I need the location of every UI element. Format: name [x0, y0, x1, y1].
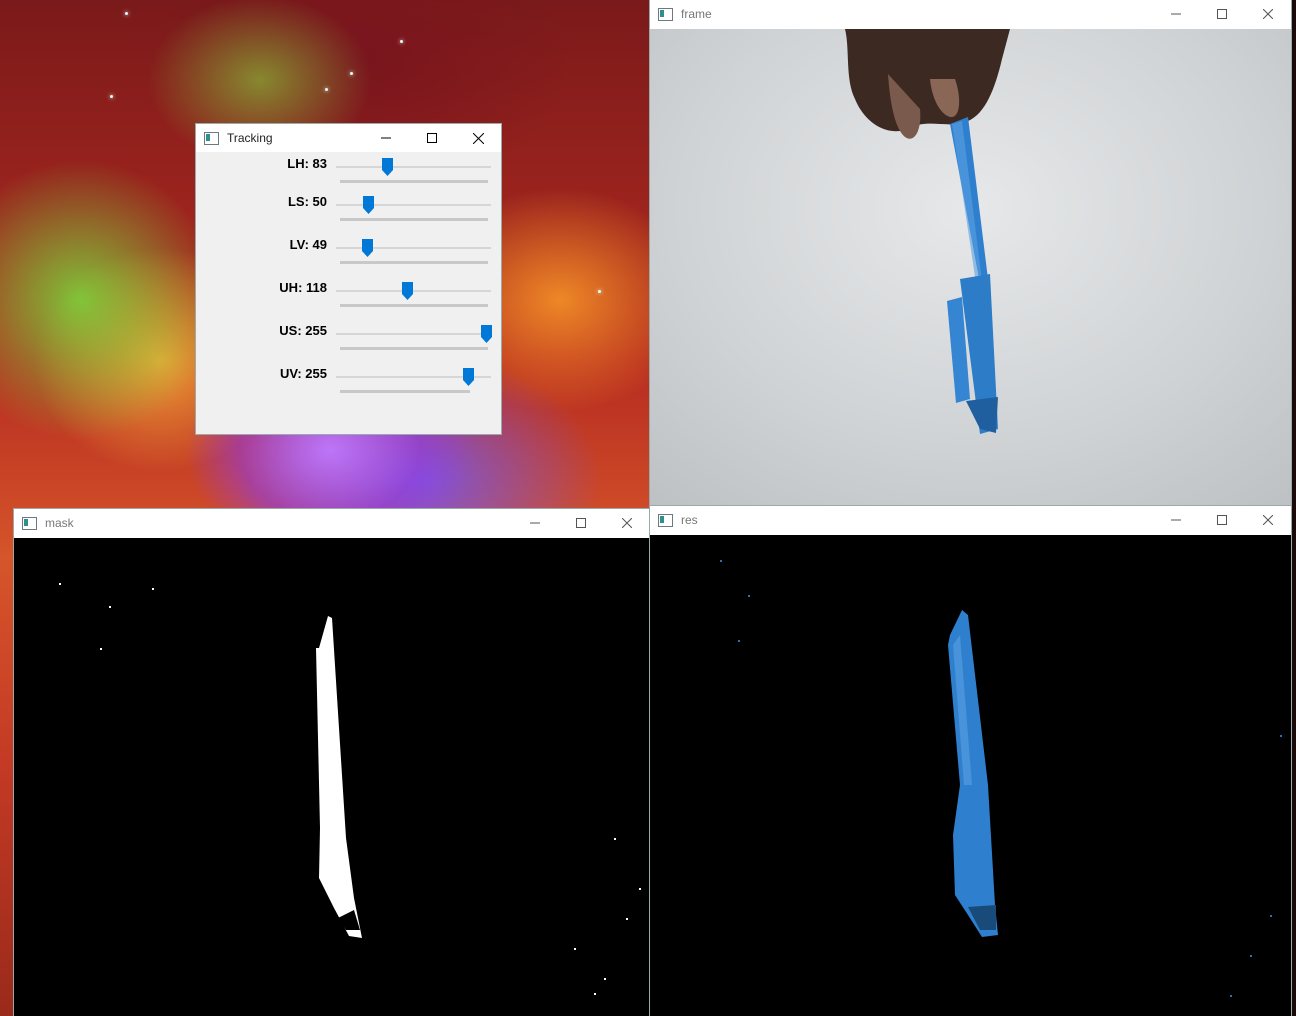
minimize-button[interactable]	[363, 124, 409, 152]
star-decoration	[350, 72, 353, 75]
close-icon	[1263, 515, 1273, 525]
trackbar-thumb[interactable]	[363, 196, 374, 214]
trackbar-track[interactable]	[336, 290, 491, 292]
star-decoration	[598, 290, 601, 293]
trackbar-label: LS: 50	[287, 194, 327, 209]
trackbar-uh[interactable]: UH: 118	[196, 280, 501, 320]
maximize-button[interactable]	[409, 124, 455, 152]
close-button[interactable]	[604, 509, 650, 537]
trackbar-thumb[interactable]	[362, 239, 373, 257]
trackbar-thumb[interactable]	[382, 158, 393, 176]
frame-image	[845, 29, 1010, 434]
trackbar-us[interactable]: US: 255	[196, 323, 501, 363]
close-button[interactable]	[455, 124, 501, 152]
trackbar-lv[interactable]: LV: 49	[196, 237, 501, 277]
trackbar-scrollbar[interactable]	[340, 261, 488, 264]
maximize-icon	[576, 518, 586, 528]
trackbar-track[interactable]	[336, 333, 491, 335]
maximize-button[interactable]	[1199, 506, 1245, 534]
mask-video-canvas	[14, 538, 650, 1016]
minimize-icon	[1171, 519, 1181, 521]
window-title: mask	[45, 516, 74, 530]
minimize-button[interactable]	[512, 509, 558, 537]
minimize-icon	[381, 137, 391, 139]
close-button[interactable]	[1245, 0, 1291, 28]
app-icon	[22, 516, 37, 530]
trackbar-scrollbar[interactable]	[340, 347, 488, 350]
frame-window[interactable]: frame	[650, 0, 1291, 506]
minimize-button[interactable]	[1153, 0, 1199, 28]
maximize-icon	[427, 133, 437, 143]
mask-titlebar[interactable]: mask	[14, 509, 650, 537]
mask-image	[59, 583, 641, 995]
trackbar-label: LH: 83	[287, 156, 327, 171]
trackbar-thumb[interactable]	[463, 368, 474, 386]
close-icon	[472, 132, 484, 144]
trackbar-thumb[interactable]	[481, 325, 492, 343]
trackbar-thumb[interactable]	[402, 282, 413, 300]
tracking-titlebar[interactable]: Tracking	[196, 124, 501, 152]
star-decoration	[110, 95, 113, 98]
maximize-button[interactable]	[558, 509, 604, 537]
trackbar-ls[interactable]: LS: 50	[196, 194, 501, 234]
frame-titlebar[interactable]: frame	[650, 0, 1291, 28]
maximize-button[interactable]	[1199, 0, 1245, 28]
maximize-icon	[1217, 515, 1227, 525]
tracking-window[interactable]: Tracking LH: 83 LS: 50 LV: 49 UH: 118 US…	[196, 124, 501, 434]
trackbar-scrollbar[interactable]	[340, 218, 488, 221]
trackbar-label: US: 255	[279, 323, 327, 338]
frame-video-canvas	[650, 29, 1291, 506]
res-image	[720, 560, 1282, 997]
star-decoration	[400, 40, 403, 43]
trackbar-label: UV: 255	[280, 366, 327, 381]
trackbar-scrollbar[interactable]	[340, 390, 470, 393]
star-decoration	[125, 12, 128, 15]
trackbar-scrollbar[interactable]	[340, 304, 488, 307]
mask-window[interactable]: mask	[14, 509, 650, 1016]
minimize-icon	[530, 522, 540, 524]
app-icon	[658, 513, 673, 527]
trackbar-track[interactable]	[336, 204, 491, 206]
trackbar-track[interactable]	[336, 166, 491, 168]
window-title: Tracking	[227, 131, 273, 145]
close-icon	[622, 518, 632, 528]
trackbar-track[interactable]	[336, 247, 491, 249]
app-icon	[658, 7, 673, 21]
app-icon	[204, 131, 219, 145]
close-button[interactable]	[1245, 506, 1291, 534]
res-video-canvas	[650, 535, 1291, 1016]
trackbar-scrollbar[interactable]	[340, 180, 488, 183]
window-title: res	[681, 513, 698, 527]
trackbar-lh[interactable]: LH: 83	[196, 156, 501, 196]
maximize-icon	[1217, 9, 1227, 19]
close-icon	[1263, 9, 1273, 19]
res-titlebar[interactable]: res	[650, 506, 1291, 534]
trackbar-label: LV: 49	[289, 237, 327, 252]
minimize-icon	[1171, 13, 1181, 15]
trackbar-uv[interactable]: UV: 255	[196, 366, 501, 406]
star-decoration	[325, 88, 328, 91]
trackbar-label: UH: 118	[279, 280, 327, 295]
minimize-button[interactable]	[1153, 506, 1199, 534]
window-title: frame	[681, 7, 712, 21]
res-window[interactable]: res	[650, 506, 1291, 1016]
